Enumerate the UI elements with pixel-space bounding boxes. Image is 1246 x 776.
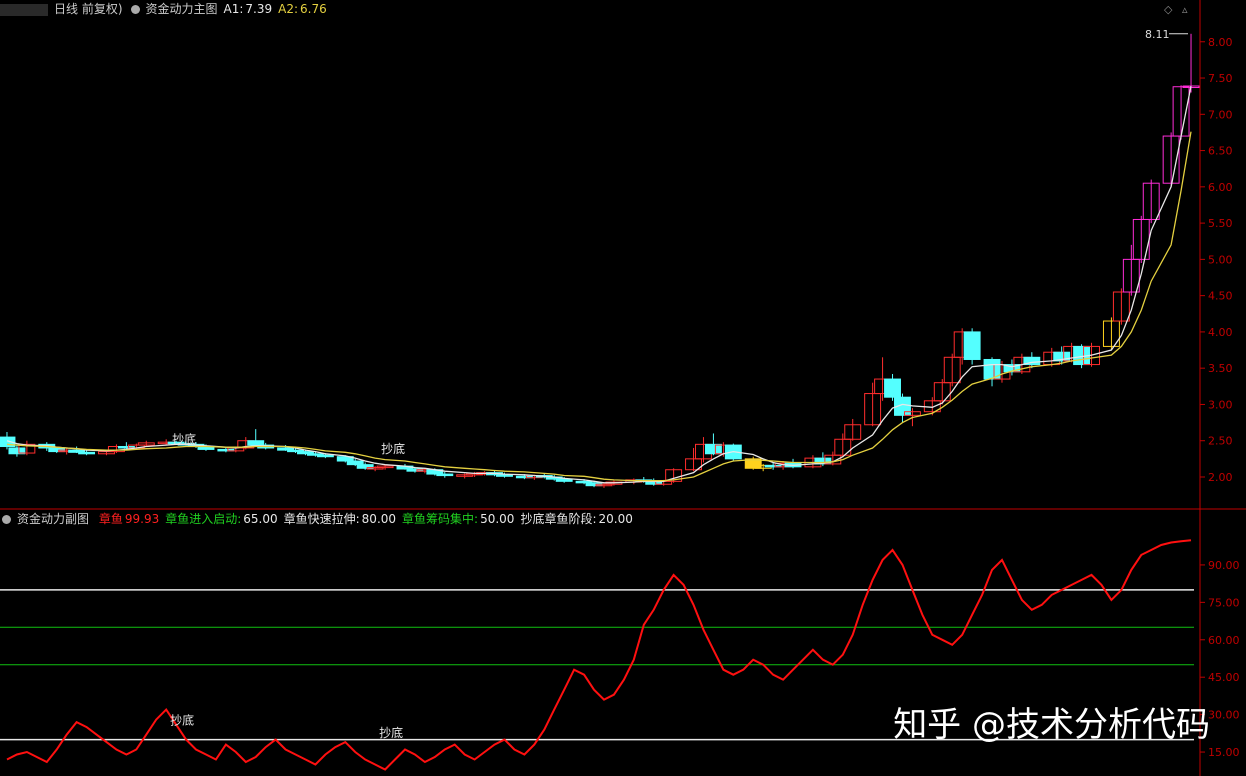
main-y-tick-label: 6.00 — [1208, 181, 1233, 194]
main-y-tick-label: 3.00 — [1208, 398, 1233, 411]
last-high-label: 8.11 — [1145, 28, 1170, 41]
candle-body — [963, 331, 981, 360]
main-y-tick-label: 7.00 — [1208, 108, 1233, 121]
main-y-tick-label: 4.50 — [1208, 290, 1233, 303]
candle-body — [436, 473, 454, 477]
main-y-tick-label: 4.00 — [1208, 326, 1233, 339]
candle-body — [496, 474, 513, 477]
main-annotation: 抄底 — [381, 441, 405, 456]
main-y-tick-label: 5.00 — [1208, 253, 1233, 266]
main-annotation: 抄底 — [172, 432, 196, 447]
sub-y-tick-label: 15.00 — [1208, 746, 1240, 759]
ma2-line — [6, 131, 1192, 482]
sub-y-tick-label: 30.00 — [1208, 709, 1240, 722]
sub-y-tick-label: 45.00 — [1208, 671, 1240, 684]
main-y-tick-label: 6.50 — [1208, 145, 1233, 158]
main-y-tick-label: 2.50 — [1208, 435, 1233, 448]
candle-body — [247, 440, 265, 446]
candle-body — [346, 460, 364, 466]
candles — [0, 33, 1200, 488]
ma1-line — [6, 85, 1192, 484]
chart-stage[interactable]: 8.00 7.50 7.00 6.50 6.00 5.50 5.00 4.50 4.00 3.50… — [0, 0, 1246, 776]
sub-y-tick-label: 75.00 — [1208, 596, 1240, 609]
candle-body — [884, 378, 901, 398]
main-annotations: 抄底抄底抄底加仓爆发!爆发!减仓减仓加仓加仓加仓爆发!减仓加仓爆发!减仓爆发! — [172, 432, 405, 456]
sub-y-tick-label: 60.00 — [1208, 634, 1240, 647]
sub-annotation: 抄底 — [170, 713, 194, 728]
main-y-axis: 8.00 7.50 7.00 6.50 6.00 5.50 5.00 4.50 4.00 3.50… — [1200, 36, 1233, 484]
candle-body — [555, 478, 573, 482]
main-y-tick-label: 8.00 — [1208, 36, 1233, 49]
candle-body — [78, 451, 96, 455]
watermark: 知乎 @技术分析代码 — [893, 705, 1210, 745]
sub-y-tick-label: 90.00 — [1208, 559, 1240, 572]
main-y-tick-label: 5.50 — [1208, 217, 1233, 230]
candle-body — [704, 443, 722, 455]
main-y-tick-label: 3.50 — [1208, 362, 1233, 375]
main-y-tick-label: 7.50 — [1208, 72, 1233, 85]
candle-body — [316, 454, 334, 458]
main-y-tick-label: 2.00 — [1208, 471, 1233, 484]
sub-annotation: 抄底 — [379, 725, 403, 740]
